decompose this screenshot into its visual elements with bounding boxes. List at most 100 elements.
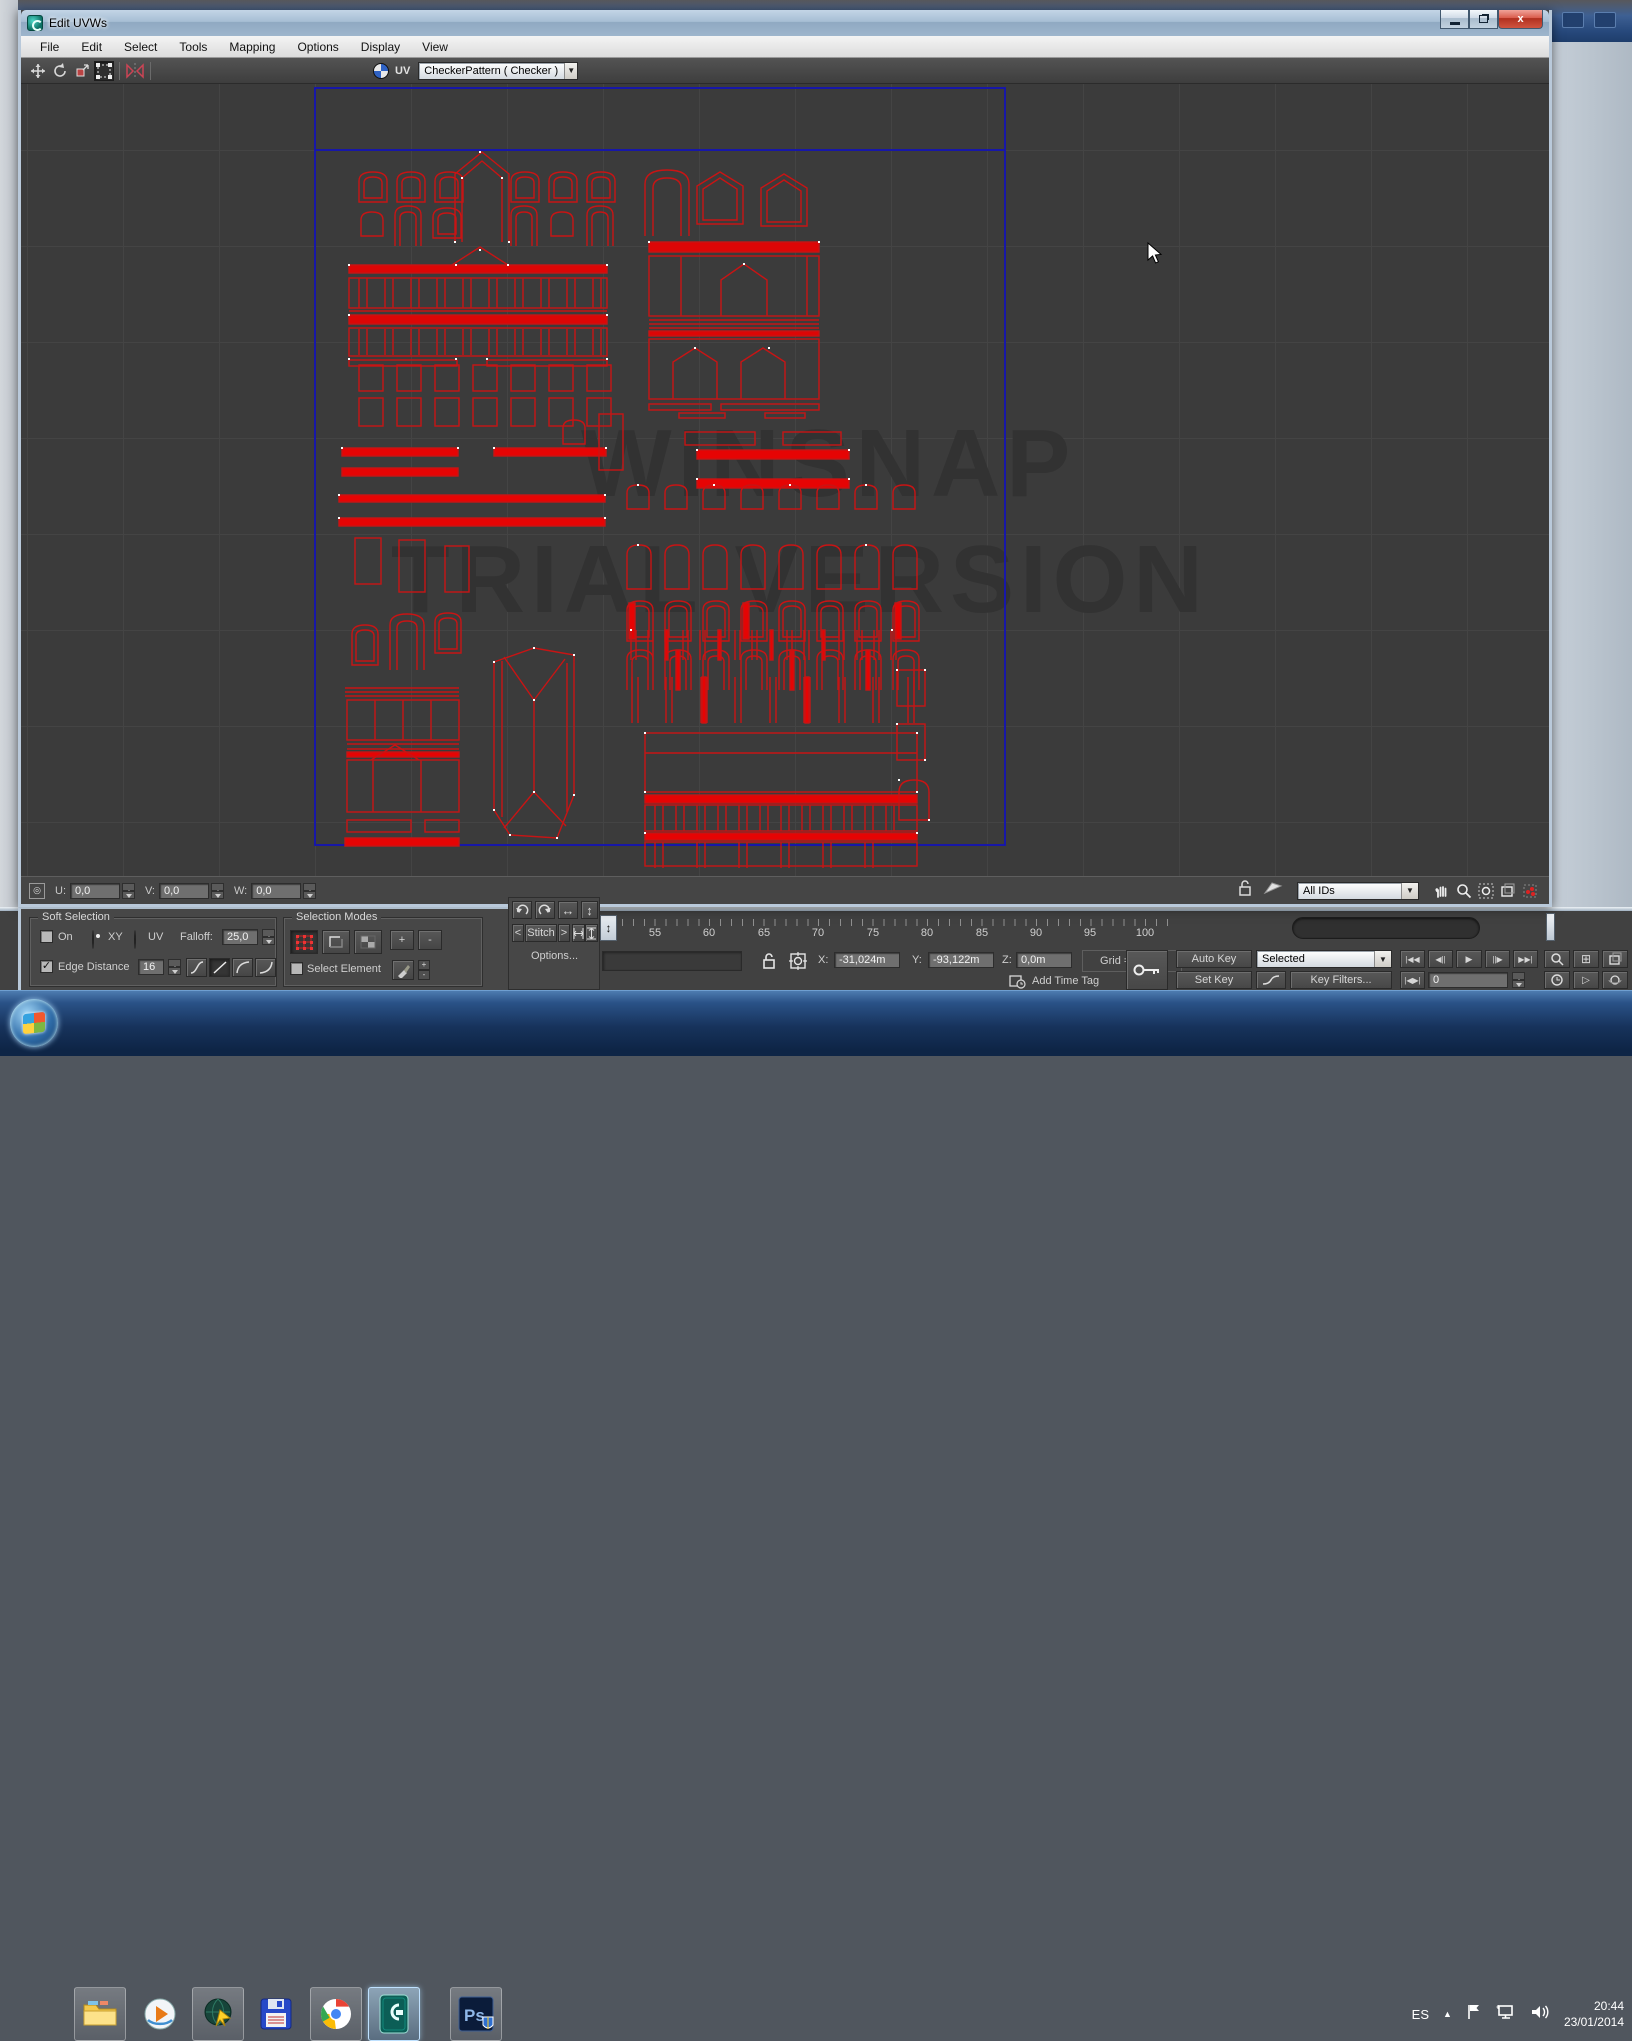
align-vertical-button[interactable]: ↕ <box>581 901 598 919</box>
pan-icon[interactable] <box>1432 881 1452 901</box>
edge-distance-spinner[interactable] <box>168 959 181 975</box>
soft-selection-on-checkbox[interactable] <box>40 930 53 943</box>
frame-spinner[interactable] <box>1512 972 1525 988</box>
menu-display[interactable]: Display <box>350 38 411 56</box>
paint-size-spinner[interactable]: +- <box>418 960 430 980</box>
stitch-button[interactable]: Stitch <box>525 924 557 942</box>
zoom-to-selected-icon[interactable] <box>1520 881 1540 901</box>
scale-tool-icon[interactable] <box>72 61 92 81</box>
absolute-mode-icon[interactable] <box>788 951 808 976</box>
trackbar-scroll-handle[interactable] <box>1546 913 1555 941</box>
key-mode-toggle[interactable]: |◀▶| <box>1400 971 1425 989</box>
xy-radio-label[interactable]: XY <box>108 931 123 943</box>
add-time-tag[interactable]: Add Time Tag <box>1032 975 1099 987</box>
zoom-extents-icon[interactable] <box>1498 881 1518 901</box>
x-coord-field[interactable]: -31,024m <box>834 952 900 968</box>
mirror-tool-icon[interactable] <box>125 61 145 81</box>
keyframe-key-button[interactable] <box>1126 950 1168 990</box>
align-horizontal-button[interactable]: ↔ <box>558 901 578 919</box>
menu-select[interactable]: Select <box>113 38 168 56</box>
play-button[interactable]: ▶ <box>1456 950 1482 968</box>
start-button[interactable] <box>10 999 58 1047</box>
paint-select-button[interactable] <box>392 960 414 980</box>
zoom-viewport-button[interactable] <box>1544 950 1570 968</box>
xy-radio[interactable] <box>92 930 94 949</box>
action-center-flag-icon[interactable] <box>1466 2003 1482 2026</box>
edge-distance-checkbox[interactable]: ✓ <box>40 960 53 973</box>
u-spinner[interactable] <box>122 883 135 899</box>
face-mode-button[interactable] <box>354 930 382 954</box>
v-spinner[interactable] <box>211 883 224 899</box>
uv-space-label[interactable]: UV <box>395 65 410 77</box>
align-v-edges-icon[interactable] <box>585 924 598 942</box>
network-icon[interactable] <box>1496 2004 1516 2025</box>
absolute-typein-icon[interactable]: ◎ <box>29 883 45 899</box>
show-hidden-icons[interactable]: ▲ <box>1443 2009 1452 2019</box>
menu-mapping[interactable]: Mapping <box>218 38 286 56</box>
w-field[interactable]: 0,0 <box>251 883 301 899</box>
zoom-icon[interactable] <box>1454 881 1474 901</box>
selection-lock-icon[interactable] <box>760 951 778 976</box>
zoom-region-icon[interactable] <box>1476 881 1496 901</box>
falloff-smooth-button[interactable] <box>186 958 207 977</box>
taskbar-explorer[interactable] <box>74 1987 126 2041</box>
rotate-ccw-button[interactable] <box>512 901 532 919</box>
taskbar-photoshop[interactable]: Ps <box>450 1987 502 2041</box>
zoom-extents-button[interactable] <box>1602 950 1628 968</box>
id-filter-dropdown[interactable]: All IDs ▼ <box>1297 882 1419 900</box>
taskbar-media-player[interactable] <box>134 1987 186 2041</box>
uv-islands-svg[interactable]: WINSNAP TRIAL VERSION <box>21 84 1549 876</box>
goto-end-button[interactable]: ▶▶| <box>1513 950 1538 968</box>
v-field[interactable]: 0,0 <box>159 883 209 899</box>
auto-key-button[interactable]: Auto Key <box>1176 950 1252 968</box>
rotate-cw-button[interactable] <box>535 901 555 919</box>
uv-island-prism[interactable] <box>494 648 574 838</box>
default-in-out-tangent-button[interactable] <box>1256 971 1286 989</box>
menu-edit[interactable]: Edit <box>70 38 113 56</box>
select-element-label[interactable]: Select Element <box>307 963 381 975</box>
title-bar[interactable]: Edit UVWs x <box>21 10 1549 36</box>
pan-viewport-button[interactable]: ▷ <box>1573 971 1599 989</box>
checker-sphere-icon[interactable] <box>373 63 389 79</box>
texture-pattern-dropdown[interactable]: CheckerPattern ( Checker ) ▼ <box>418 62 578 80</box>
vertex-mode-button[interactable] <box>290 930 318 954</box>
filter-faces-icon[interactable] <box>1263 880 1283 901</box>
trackbar-vertical-icon[interactable]: ↕ <box>600 915 617 941</box>
menu-view[interactable]: View <box>411 38 459 56</box>
menu-tools[interactable]: Tools <box>168 38 218 56</box>
lock-selection-icon[interactable] <box>1237 879 1253 902</box>
restore-button[interactable] <box>1469 10 1498 29</box>
falloff-field[interactable]: 25,0 <box>222 929 258 945</box>
current-frame-field[interactable]: 0 <box>1428 972 1508 988</box>
grow-selection-button[interactable]: + <box>390 930 414 950</box>
move-tool-icon[interactable] <box>28 61 48 81</box>
edge-distance-label[interactable]: Edge Distance <box>58 961 130 973</box>
zoom-all-button[interactable]: ⊞ <box>1573 950 1599 968</box>
volume-icon[interactable] <box>1530 2004 1550 2025</box>
edge-distance-field[interactable]: 16 <box>138 959 164 975</box>
time-configuration-button[interactable] <box>1544 971 1570 989</box>
u-field[interactable]: 0,0 <box>70 883 120 899</box>
shrink-selection-button[interactable]: - <box>418 930 442 950</box>
taskbar-chrome[interactable] <box>310 1987 362 2041</box>
w-spinner[interactable] <box>303 883 316 899</box>
stitch-right-button[interactable]: > <box>558 924 570 942</box>
timeline-ticks[interactable] <box>622 919 1178 926</box>
z-coord-field[interactable]: 0,0m <box>1016 952 1072 968</box>
falloff-linear-button[interactable] <box>209 958 230 977</box>
uv-editor-canvas[interactable]: WINSNAP TRIAL VERSION <box>21 84 1549 876</box>
edge-mode-button[interactable] <box>322 930 350 954</box>
falloff-spinner[interactable] <box>262 929 275 945</box>
falloff-slow-button[interactable] <box>255 958 276 977</box>
key-selection-dropdown[interactable]: Selected ▼ <box>1256 950 1392 968</box>
set-key-button[interactable]: Set Key <box>1176 971 1252 989</box>
y-coord-field[interactable]: -93,122m <box>928 952 994 968</box>
options-label[interactable]: Options... <box>531 950 578 962</box>
menu-file[interactable]: File <box>29 38 70 56</box>
goto-start-button[interactable]: |◀◀ <box>1400 950 1425 968</box>
language-indicator[interactable]: ES <box>1412 2007 1429 2022</box>
taskbar-clock[interactable]: 20:44 23/01/2014 <box>1564 1998 1624 2030</box>
timeline-numbers[interactable]: 55 60 65 70 75 80 85 90 95 100 <box>628 927 1168 941</box>
uv-radio[interactable] <box>134 930 136 949</box>
close-button[interactable]: x <box>1498 10 1543 29</box>
